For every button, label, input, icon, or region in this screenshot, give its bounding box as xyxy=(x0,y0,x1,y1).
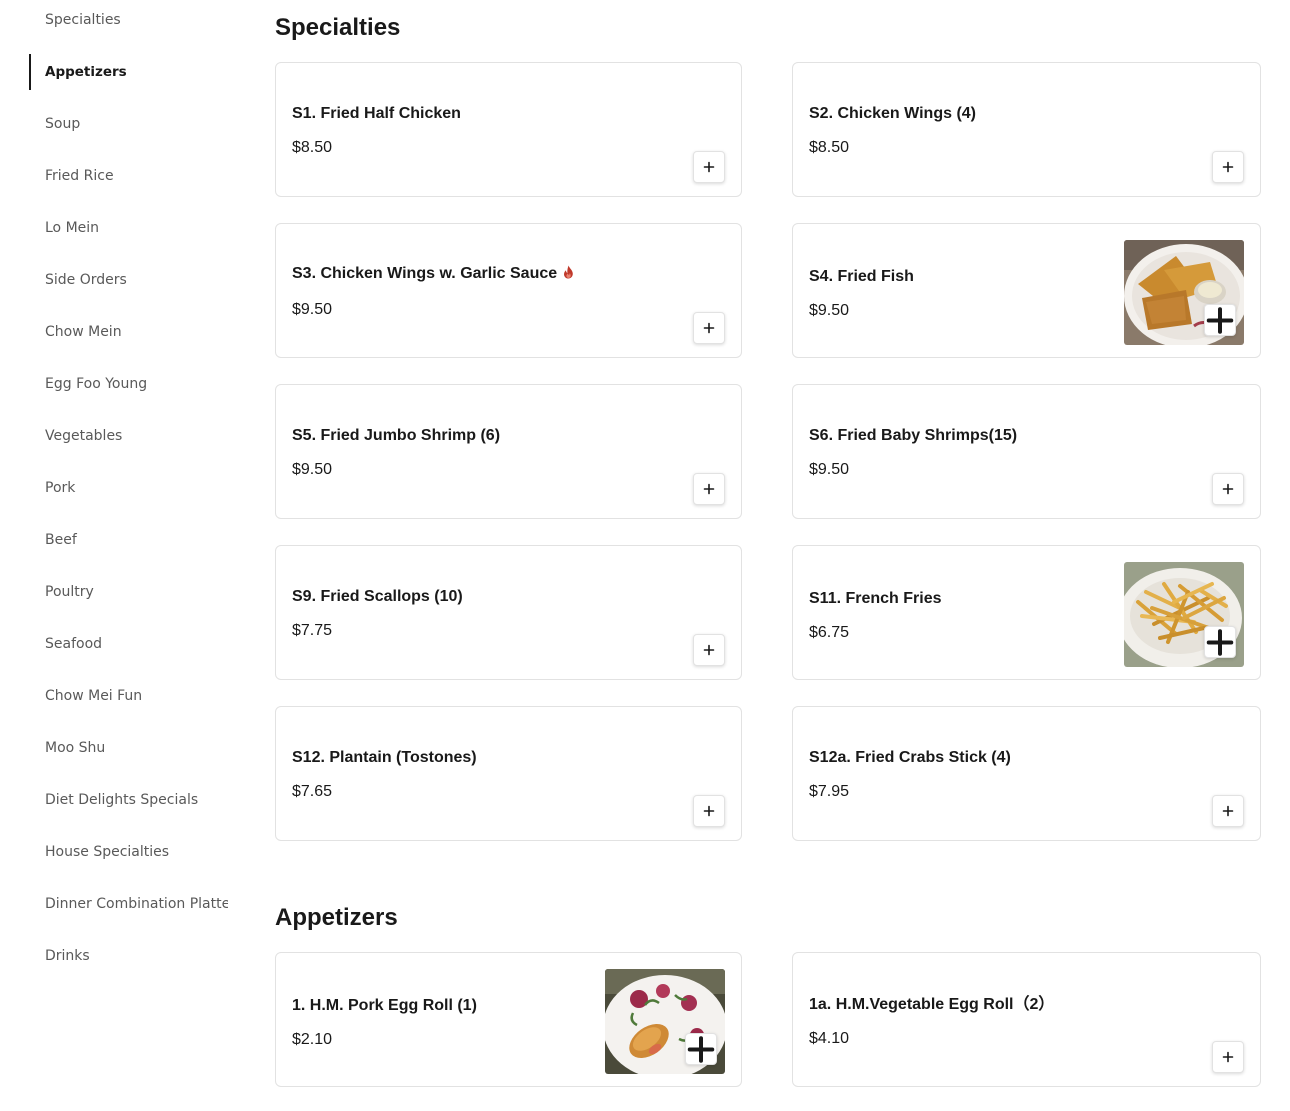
menu-item-name: S3. Chicken Wings w. Garlic Sauce xyxy=(292,265,558,282)
menu-item-card[interactable]: S12a. Fried Crabs Stick (4) $7.95 xyxy=(792,706,1261,841)
plus-icon xyxy=(687,1035,715,1063)
menu-item-price: $9.50 xyxy=(292,301,333,318)
plus-icon xyxy=(703,805,715,817)
plus-icon xyxy=(1222,161,1234,173)
egg-roll-photo xyxy=(605,969,725,1074)
menu-item-name: 1. H.M. Pork Egg Roll (1) xyxy=(292,997,477,1014)
menu-item-name: S11. French Fries xyxy=(809,590,942,607)
sidebar-item-side-orders[interactable]: Side Orders xyxy=(45,262,228,298)
plus-icon xyxy=(1222,1051,1234,1063)
plus-icon xyxy=(1222,483,1234,495)
sidebar-item-specialties[interactable]: Specialties xyxy=(45,2,228,38)
sidebar-item-appetizers[interactable]: Appetizers xyxy=(45,54,228,90)
add-to-cart-button[interactable] xyxy=(1212,151,1244,183)
sidebar-item-fried-rice[interactable]: Fried Rice xyxy=(45,158,228,194)
menu-item-card[interactable]: S5. Fried Jumbo Shrimp (6) $9.50 xyxy=(275,384,742,519)
menu-item-price: $4.10 xyxy=(809,1030,850,1047)
sidebar-item-dinner-combination-platters[interactable]: Dinner Combination Platters xyxy=(45,886,228,922)
add-to-cart-button[interactable] xyxy=(685,1033,717,1065)
menu-item-card[interactable]: S1. Fried Half Chicken $8.50 xyxy=(275,62,742,197)
menu-item-price: $7.95 xyxy=(809,783,850,800)
menu-item-name: S4. Fried Fish xyxy=(809,268,914,285)
menu-item-card[interactable]: S3. Chicken Wings w. Garlic Sauce $9.50 xyxy=(275,223,742,358)
plus-icon xyxy=(703,483,715,495)
menu-item-name: S1. Fried Half Chicken xyxy=(292,105,461,122)
plus-icon xyxy=(1206,306,1234,334)
sidebar-item-diet-delights-specials[interactable]: Diet Delights Specials xyxy=(45,782,228,818)
menu-item-price: $6.75 xyxy=(809,624,850,641)
menu-item-card[interactable]: S9. Fried Scallops (10) $7.75 xyxy=(275,545,742,680)
add-to-cart-button[interactable] xyxy=(1204,626,1236,658)
sidebar-item-drinks[interactable]: Drinks xyxy=(45,938,228,974)
add-to-cart-button[interactable] xyxy=(1204,304,1236,336)
menu-item-name: S5. Fried Jumbo Shrimp (6) xyxy=(292,427,501,444)
sidebar-item-egg-foo-young[interactable]: Egg Foo Young xyxy=(45,366,228,402)
menu-item-price: $7.65 xyxy=(292,783,333,800)
plus-icon xyxy=(703,644,715,656)
sidebar-item-chow-mei-fun[interactable]: Chow Mei Fun xyxy=(45,678,228,714)
menu-item-card[interactable]: 1a. H.M.Vegetable Egg Roll（2） $4.10 xyxy=(792,952,1261,1087)
menu-item-price: $9.50 xyxy=(809,461,850,478)
plus-icon xyxy=(703,161,715,173)
sidebar-item-chow-mein[interactable]: Chow Mein xyxy=(45,314,228,350)
menu-item-name: S6. Fried Baby Shrimps(15) xyxy=(809,427,1018,444)
add-to-cart-button[interactable] xyxy=(1212,795,1244,827)
sidebar-item-moo-shu[interactable]: Moo Shu xyxy=(45,730,228,766)
sidebar-item-soup[interactable]: Soup xyxy=(45,106,228,142)
add-to-cart-button[interactable] xyxy=(1212,1041,1244,1073)
menu-item-name: S9. Fried Scallops (10) xyxy=(292,588,463,605)
section-title-specialties: Specialties xyxy=(275,14,401,41)
add-to-cart-button[interactable] xyxy=(693,795,725,827)
add-to-cart-button[interactable] xyxy=(693,473,725,505)
menu-item-card[interactable]: S4. Fried Fish $9.50 xyxy=(792,223,1261,358)
add-to-cart-button[interactable] xyxy=(1212,473,1244,505)
sidebar-item-vegetables[interactable]: Vegetables xyxy=(45,418,228,454)
menu-item-card[interactable]: S12. Plantain (Tostones) $7.65 xyxy=(275,706,742,841)
fried-fish-photo xyxy=(1124,240,1244,345)
spicy-icon xyxy=(563,265,574,279)
add-to-cart-button[interactable] xyxy=(693,151,725,183)
menu-item-price: $2.10 xyxy=(292,1031,333,1048)
menu-item-price: $9.50 xyxy=(809,302,850,319)
menu-item-price: $8.50 xyxy=(292,139,333,156)
menu-item-price: $9.50 xyxy=(292,461,333,478)
menu-item-card[interactable]: S2. Chicken Wings (4) $8.50 xyxy=(792,62,1261,197)
sidebar-item-poultry[interactable]: Poultry xyxy=(45,574,228,610)
category-sidebar: Specialties Appetizers Soup Fried Rice L… xyxy=(0,0,228,1111)
menu-item-price: $7.75 xyxy=(292,622,333,639)
sidebar-item-beef[interactable]: Beef xyxy=(45,522,228,558)
active-category-indicator xyxy=(29,54,31,90)
menu-item-name-row: S3. Chicken Wings w. Garlic Sauce xyxy=(292,264,574,284)
french-fries-photo xyxy=(1124,562,1244,667)
menu-item-card[interactable]: 1. H.M. Pork Egg Roll (1) $2.10 xyxy=(275,952,742,1087)
menu-item-name: S2. Chicken Wings (4) xyxy=(809,105,976,122)
section-title-appetizers: Appetizers xyxy=(275,904,398,931)
add-to-cart-button[interactable] xyxy=(693,634,725,666)
sidebar-item-seafood[interactable]: Seafood xyxy=(45,626,228,662)
plus-icon xyxy=(1206,628,1234,656)
plus-icon xyxy=(1222,805,1234,817)
sidebar-item-house-specialties[interactable]: House Specialties xyxy=(45,834,228,870)
sidebar-item-pork[interactable]: Pork xyxy=(45,470,228,506)
menu-item-price: $8.50 xyxy=(809,139,850,156)
menu-item-name: 1a. H.M.Vegetable Egg Roll（2） xyxy=(809,996,1055,1013)
menu-item-card[interactable]: S6. Fried Baby Shrimps(15) $9.50 xyxy=(792,384,1261,519)
menu-item-card[interactable]: S11. French Fries $6.75 xyxy=(792,545,1261,680)
add-to-cart-button[interactable] xyxy=(693,312,725,344)
sidebar-item-lo-mein[interactable]: Lo Mein xyxy=(45,210,228,246)
plus-icon xyxy=(703,322,715,334)
menu-item-name: S12a. Fried Crabs Stick (4) xyxy=(809,749,1011,766)
menu-item-name: S12. Plantain (Tostones) xyxy=(292,749,477,766)
